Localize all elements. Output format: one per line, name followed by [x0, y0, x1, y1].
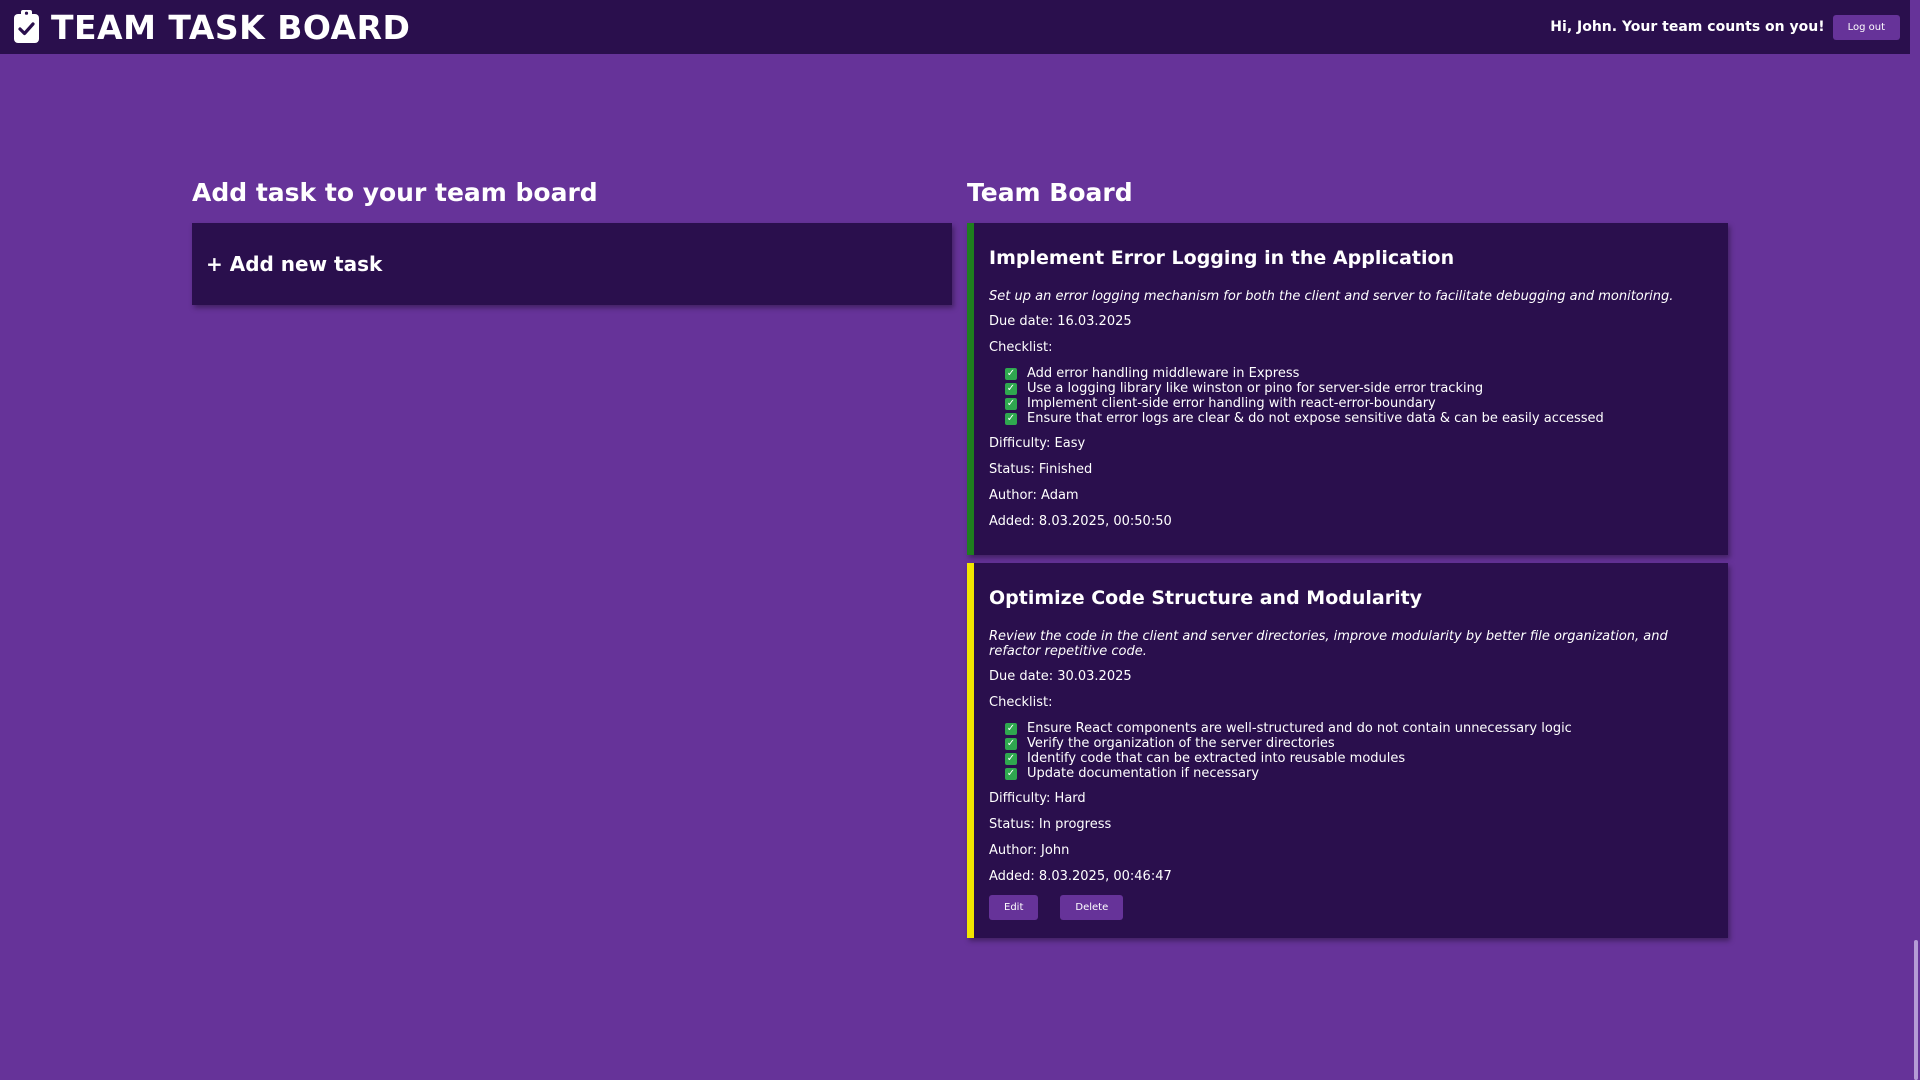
brand: TEAM TASK BOARD	[13, 8, 410, 47]
checklist-item: ✓ Verify the organization of the server d…	[1005, 736, 1713, 751]
checkbox-checked-icon[interactable]: ✓	[1005, 367, 1017, 380]
checklist-label: Checklist:	[989, 340, 1053, 355]
task-card: Implement Error Logging in the Applicati…	[967, 223, 1728, 555]
greeting-text: Hi, John. Your team counts on you!	[1550, 19, 1825, 35]
checklist-item-text: Identify code that can be extracted into…	[1027, 751, 1406, 766]
task-status: Status: Finished	[989, 462, 1093, 477]
checklist-item-text: Update documentation if necessary	[1027, 766, 1260, 781]
edit-button[interactable]: Edit	[989, 895, 1039, 920]
task-card: Optimize Code Structure and Modularity R…	[967, 563, 1728, 938]
task-added: Added: 8.03.2025, 00:50:50	[989, 514, 1172, 529]
checklist-item-text: Ensure React components are well-structu…	[1027, 721, 1572, 736]
clipboard-check-icon	[14, 10, 39, 43]
task-title: Implement Error Logging in the Applicati…	[989, 247, 1455, 269]
task-author: Author: Adam	[989, 488, 1079, 503]
checklist-item-text: Ensure that error logs are clear & do no…	[1027, 411, 1604, 426]
checklist-item-text: Use a logging library like winston or pi…	[1027, 381, 1484, 396]
checkbox-checked-icon[interactable]: ✓	[1005, 382, 1017, 395]
task-actions: Edit Delete	[989, 895, 1713, 920]
checkbox-checked-icon[interactable]: ✓	[1005, 752, 1017, 765]
task-status: Status: In progress	[989, 817, 1112, 832]
task-checklist: ✓ Add error handling middleware in Expres…	[1005, 366, 1713, 426]
app-title: TEAM TASK BOARD	[51, 7, 411, 47]
task-due-date: Due date: 30.03.2025	[989, 669, 1132, 684]
checklist-item: ✓ Identify code that can be extracted int…	[1005, 751, 1713, 766]
checklist-item-text: Implement client-side error handling wit…	[1027, 396, 1436, 411]
task-difficulty: Difficulty: Hard	[989, 791, 1086, 806]
page-scrollbar[interactable]	[1910, 0, 1920, 1080]
task-description: Review the code in the client and server…	[989, 629, 1668, 659]
checkbox-checked-icon[interactable]: ✓	[1005, 397, 1017, 410]
checklist-item: ✓ Use a logging library like winston or p…	[1005, 381, 1713, 396]
checklist-label: Checklist:	[989, 695, 1053, 710]
checklist-item-text: Add error handling middleware in Express	[1027, 366, 1300, 381]
checkbox-checked-icon[interactable]: ✓	[1005, 737, 1017, 750]
add-new-task-label: + Add new task	[206, 252, 383, 276]
checklist-item: ✓ Update documentation if necessary	[1005, 766, 1713, 781]
checklist-item-text: Verify the organization of the server di…	[1027, 736, 1335, 751]
team-board-heading: Team Board	[967, 178, 1133, 207]
add-new-task-button[interactable]: + Add new task	[192, 223, 952, 305]
checklist-item: ✓ Implement client-side error handling wi…	[1005, 396, 1713, 411]
task-title: Optimize Code Structure and Modularity	[989, 587, 1423, 609]
task-due-date: Due date: 16.03.2025	[989, 314, 1132, 329]
checklist-item: ✓ Ensure that error logs are clear & do n…	[1005, 411, 1713, 426]
task-added: Added: 8.03.2025, 00:46:47	[989, 869, 1172, 884]
task-author: Author: John	[989, 843, 1070, 858]
delete-button[interactable]: Delete	[1060, 895, 1124, 920]
checklist-item: ✓ Ensure React components are well-struct…	[1005, 721, 1713, 736]
team-board-section: Team Board Implement Error Logging in th…	[967, 175, 1728, 946]
task-difficulty: Difficulty: Easy	[989, 436, 1086, 451]
top-bar: TEAM TASK BOARD Hi, John. Your team coun…	[0, 0, 1910, 54]
task-description: Set up an error logging mechanism for bo…	[989, 289, 1674, 304]
add-task-section: Add task to your team board + Add new ta…	[192, 175, 952, 305]
user-area: Hi, John. Your team counts on you! Log o…	[1550, 14, 1900, 40]
checkbox-checked-icon[interactable]: ✓	[1005, 722, 1017, 735]
checklist-item: ✓ Add error handling middleware in Expres…	[1005, 366, 1713, 381]
add-task-heading: Add task to your team board	[192, 178, 598, 207]
checkbox-checked-icon[interactable]: ✓	[1005, 412, 1017, 425]
task-checklist: ✓ Ensure React components are well-struct…	[1005, 721, 1713, 781]
checkbox-checked-icon[interactable]: ✓	[1005, 767, 1017, 780]
scrollbar-thumb[interactable]	[1914, 940, 1918, 1080]
logout-button[interactable]: Log out	[1832, 14, 1900, 40]
